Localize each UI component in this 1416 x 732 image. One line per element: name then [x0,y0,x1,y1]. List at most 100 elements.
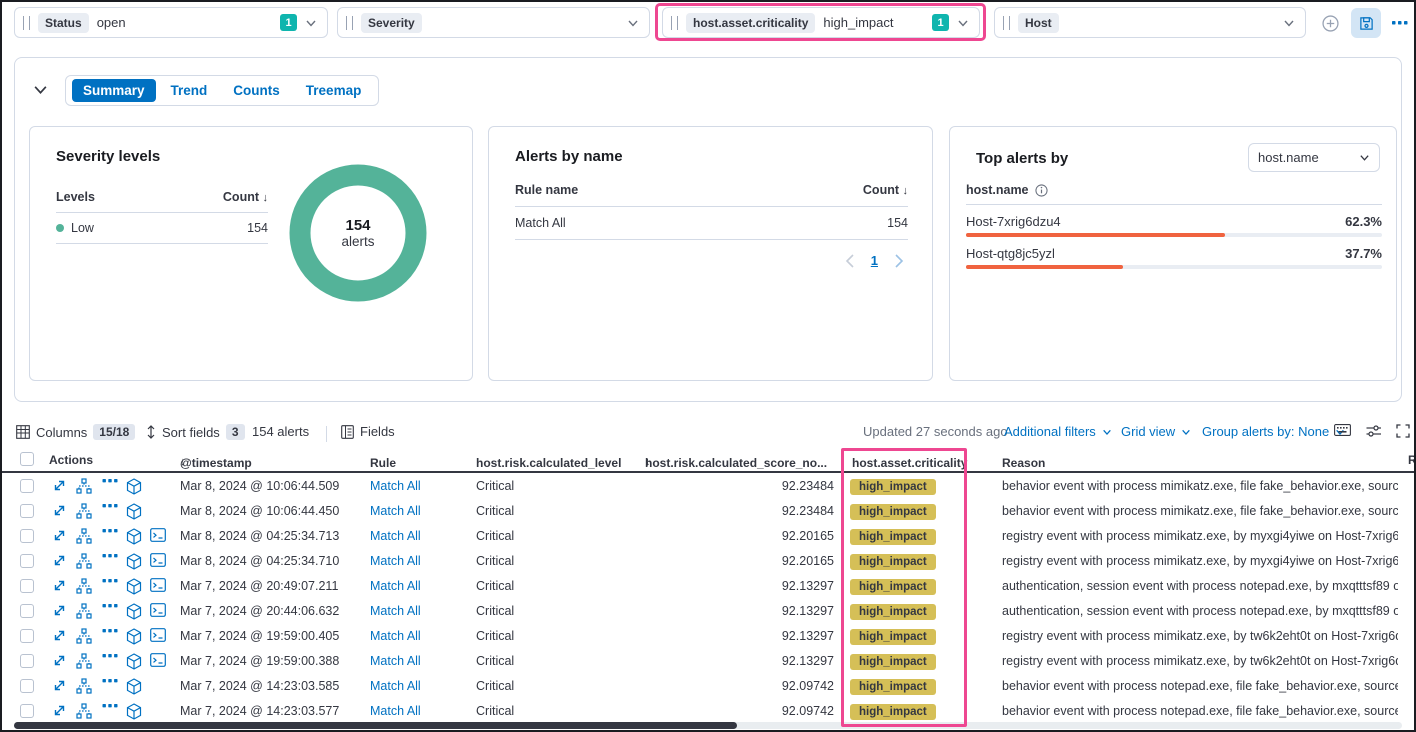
analyzer-graph-icon[interactable] [76,603,92,619]
col-header-count[interactable]: Count ↓ [863,183,908,197]
expand-alert-icon[interactable] [52,503,68,519]
drag-handle-icon[interactable] [1003,16,1010,30]
terminal-icon[interactable] [150,603,166,619]
row-checkbox[interactable] [20,629,34,643]
next-page-icon[interactable] [894,254,904,268]
terminal-icon[interactable] [150,528,166,544]
grid-view-dropdown[interactable]: Grid view [1121,424,1191,439]
tab-summary[interactable]: Summary [72,79,156,102]
expand-alert-icon[interactable] [52,553,68,569]
filter-pill-criticality[interactable]: host.asset.criticality high_impact 1 [662,7,980,38]
session-view-icon[interactable] [126,528,142,544]
rule-link[interactable]: Match All [370,679,421,693]
rule-link[interactable]: Match All [370,654,421,668]
more-actions-icon[interactable] [102,478,118,494]
session-view-icon[interactable] [126,678,142,694]
row-checkbox[interactable] [20,604,34,618]
row-checkbox[interactable] [20,679,34,693]
session-view-icon[interactable] [126,703,142,719]
session-view-icon[interactable] [126,653,142,669]
page-number[interactable]: 1 [871,253,878,268]
filter-pill-status[interactable]: Status open 1 [14,7,328,38]
expand-alert-icon[interactable] [52,578,68,594]
row-checkbox[interactable] [20,654,34,668]
session-view-icon[interactable] [126,628,142,644]
more-actions-icon[interactable] [102,503,118,519]
info-icon[interactable] [1035,184,1048,197]
analyzer-graph-icon[interactable] [76,578,92,594]
expand-alert-icon[interactable] [52,603,68,619]
keyboard-shortcuts-button[interactable] [1334,424,1351,436]
filter-pill-host[interactable]: Host [994,7,1306,38]
analyzer-graph-icon[interactable] [76,703,92,719]
more-actions-icon[interactable] [102,603,118,619]
analyzer-graph-icon[interactable] [76,528,92,544]
group-alerts-dropdown[interactable]: Group alerts by: None [1202,424,1345,439]
filter-pill-severity[interactable]: Severity [337,7,650,38]
session-view-icon[interactable] [126,553,142,569]
analyzer-graph-icon[interactable] [76,478,92,494]
more-actions-icon[interactable] [102,653,118,669]
add-filter-button[interactable] [1315,8,1345,38]
fullscreen-button[interactable] [1396,424,1410,438]
save-query-button[interactable] [1351,8,1381,38]
session-view-icon[interactable] [126,603,142,619]
additional-filters-dropdown[interactable]: Additional filters [1004,424,1112,439]
analyzer-graph-icon[interactable] [76,553,92,569]
top-alerts-field-select[interactable]: host.name [1248,143,1380,172]
drag-handle-icon[interactable] [346,16,353,30]
analyzer-graph-icon[interactable] [76,503,92,519]
terminal-icon[interactable] [150,578,166,594]
sort-fields-button[interactable]: Sort fields 3 [146,424,245,440]
rule-link[interactable]: Match All [370,529,421,543]
row-checkbox[interactable] [20,554,34,568]
rule-link[interactable]: Match All [370,629,421,643]
query-menu-button[interactable] [1385,8,1415,38]
analyzer-graph-icon[interactable] [76,653,92,669]
rule-link[interactable]: Match All [370,554,421,568]
tab-counts[interactable]: Counts [222,79,291,102]
more-actions-icon[interactable] [102,578,118,594]
horizontal-scrollbar[interactable] [14,722,1402,729]
session-view-icon[interactable] [126,478,142,494]
more-actions-icon[interactable] [102,703,118,719]
col-header-count[interactable]: Count ↓ [223,190,268,204]
rule-link[interactable]: Match All [370,604,421,618]
expand-alert-icon[interactable] [52,653,68,669]
expand-alert-icon[interactable] [52,678,68,694]
expand-alert-icon[interactable] [52,703,68,719]
columns-button[interactable]: Columns 15/18 [16,424,135,440]
terminal-icon[interactable] [150,553,166,569]
session-view-icon[interactable] [126,578,142,594]
row-checkbox[interactable] [20,504,34,518]
scrollbar-thumb[interactable] [14,722,737,729]
expand-alert-icon[interactable] [52,628,68,644]
more-actions-icon[interactable] [102,528,118,544]
row-checkbox[interactable] [20,529,34,543]
analyzer-graph-icon[interactable] [76,678,92,694]
rule-link[interactable]: Match All [370,579,421,593]
rule-link[interactable]: Match All [370,504,421,518]
terminal-icon[interactable] [150,653,166,669]
grid-settings-button[interactable] [1366,424,1381,438]
terminal-icon[interactable] [150,628,166,644]
rule-link[interactable]: Match All [370,704,421,718]
tab-trend[interactable]: Trend [160,79,219,102]
fields-button[interactable]: Fields [341,424,395,439]
row-checkbox[interactable] [20,579,34,593]
drag-handle-icon[interactable] [671,16,678,30]
expand-alert-icon[interactable] [52,528,68,544]
prev-page-icon[interactable] [845,254,855,268]
row-checkbox[interactable] [20,479,34,493]
more-actions-icon[interactable] [102,678,118,694]
more-actions-icon[interactable] [102,628,118,644]
session-view-icon[interactable] [126,503,142,519]
select-all-checkbox[interactable] [20,452,34,466]
analyzer-graph-icon[interactable] [76,628,92,644]
expand-alert-icon[interactable] [52,478,68,494]
collapse-section-icon[interactable] [33,82,48,97]
rule-link[interactable]: Match All [370,479,421,493]
more-actions-icon[interactable] [102,553,118,569]
drag-handle-icon[interactable] [23,16,30,30]
row-checkbox[interactable] [20,704,34,718]
